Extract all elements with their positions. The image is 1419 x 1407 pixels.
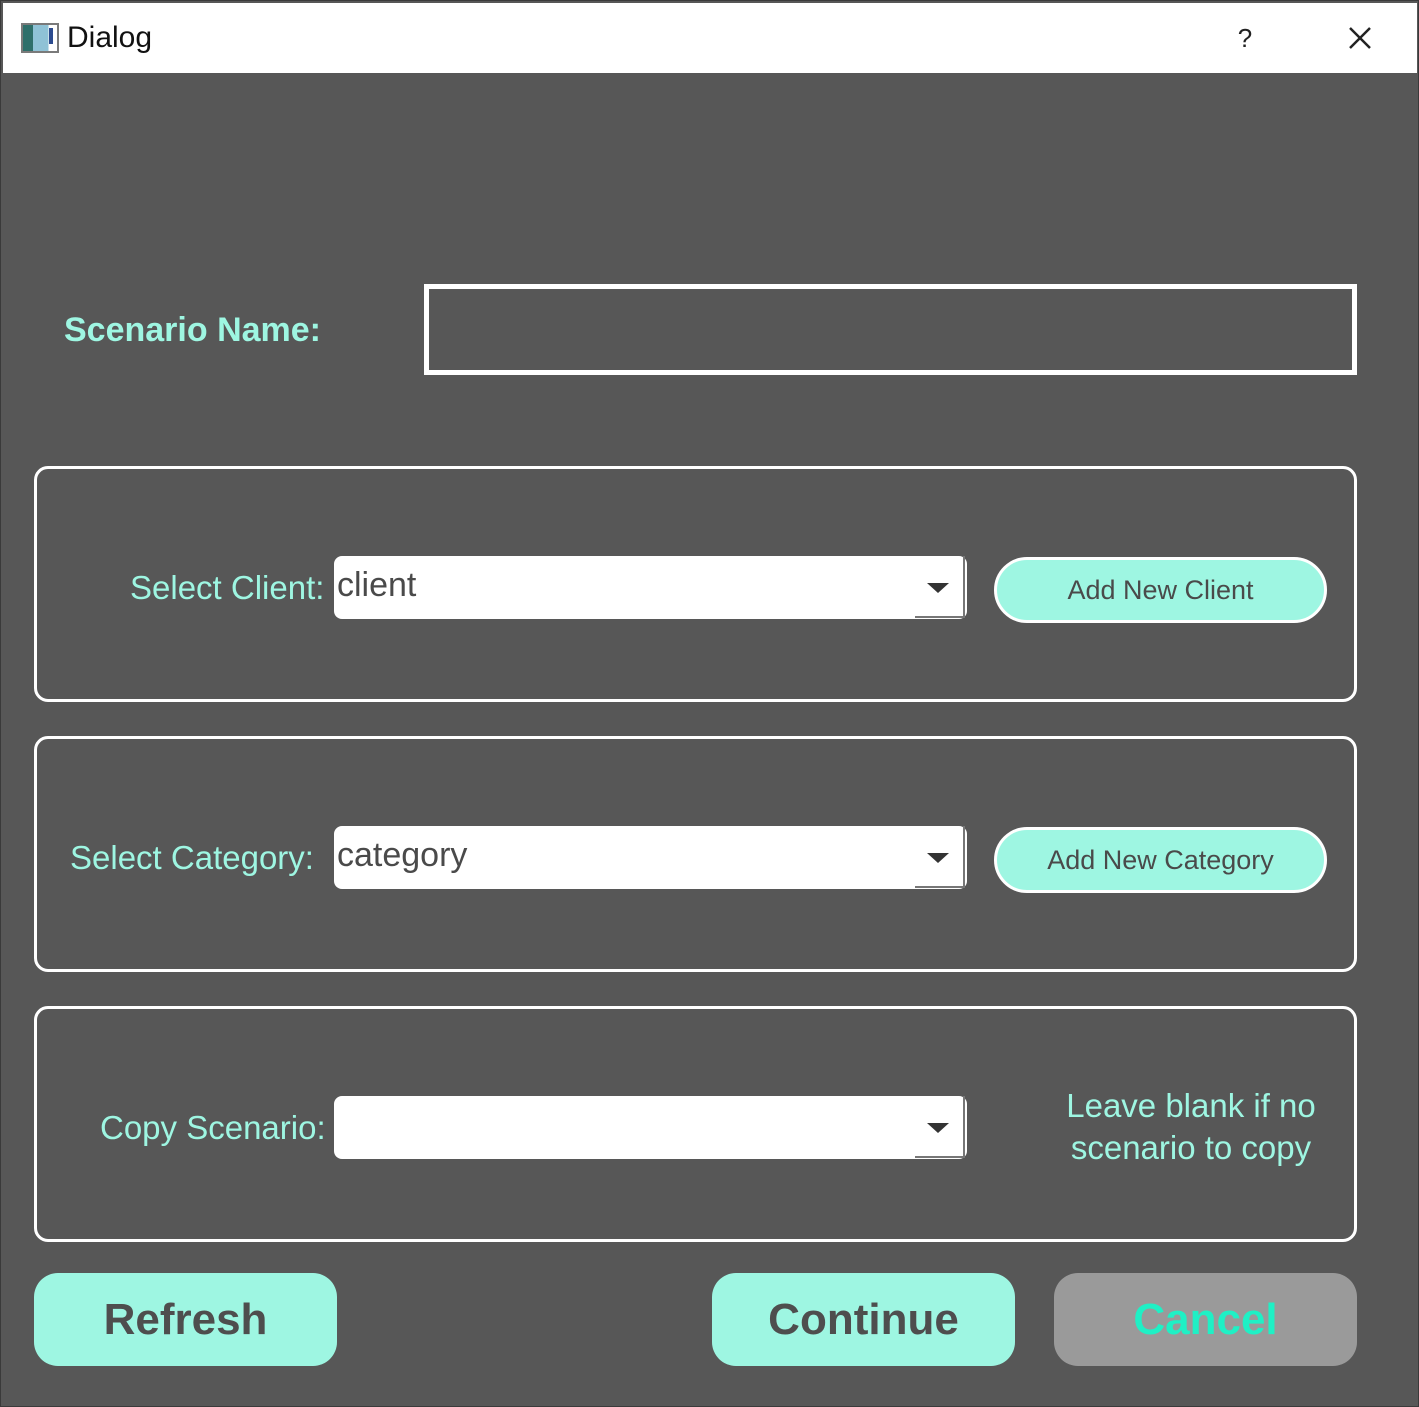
close-x-icon (1349, 27, 1371, 49)
chevron-down-icon[interactable] (915, 826, 965, 888)
category-combobox-value: category (337, 836, 468, 874)
refresh-button[interactable]: Refresh (34, 1273, 337, 1366)
cancel-button[interactable]: Cancel (1054, 1273, 1357, 1366)
select-category-label: Select Category: (70, 839, 314, 876)
select-client-label: Select Client: (130, 569, 325, 606)
chevron-down-icon[interactable] (915, 556, 965, 618)
scenario-name-input[interactable] (424, 284, 1357, 375)
dialog-window: Dialog ? Scenario Name: Select Client: c… (0, 0, 1419, 1407)
add-new-client-button[interactable]: Add New Client (994, 557, 1327, 623)
continue-button[interactable]: Continue (712, 1273, 1015, 1366)
copy-scenario-combobox[interactable] (334, 1096, 967, 1159)
chevron-down-icon[interactable] (915, 1096, 965, 1158)
client-group: Select Client: client Add New Client (34, 466, 1357, 702)
add-new-category-button[interactable]: Add New Category (994, 827, 1327, 893)
scenario-name-label: Scenario Name: (64, 311, 321, 349)
category-combobox[interactable]: category (334, 826, 967, 889)
title-bar: Dialog ? (3, 3, 1417, 73)
close-button[interactable] (1333, 15, 1387, 61)
copy-scenario-label: Copy Scenario: (100, 1109, 326, 1146)
client-combobox-value: client (337, 566, 417, 604)
app-window-icon (21, 23, 59, 53)
window-title: Dialog (67, 21, 153, 54)
client-combobox[interactable]: client (334, 556, 967, 619)
help-button[interactable]: ? (1223, 15, 1267, 61)
copy-scenario-hint: Leave blank if no scenario to copy (1066, 1087, 1316, 1166)
category-group: Select Category: category Add New Catego… (34, 736, 1357, 972)
